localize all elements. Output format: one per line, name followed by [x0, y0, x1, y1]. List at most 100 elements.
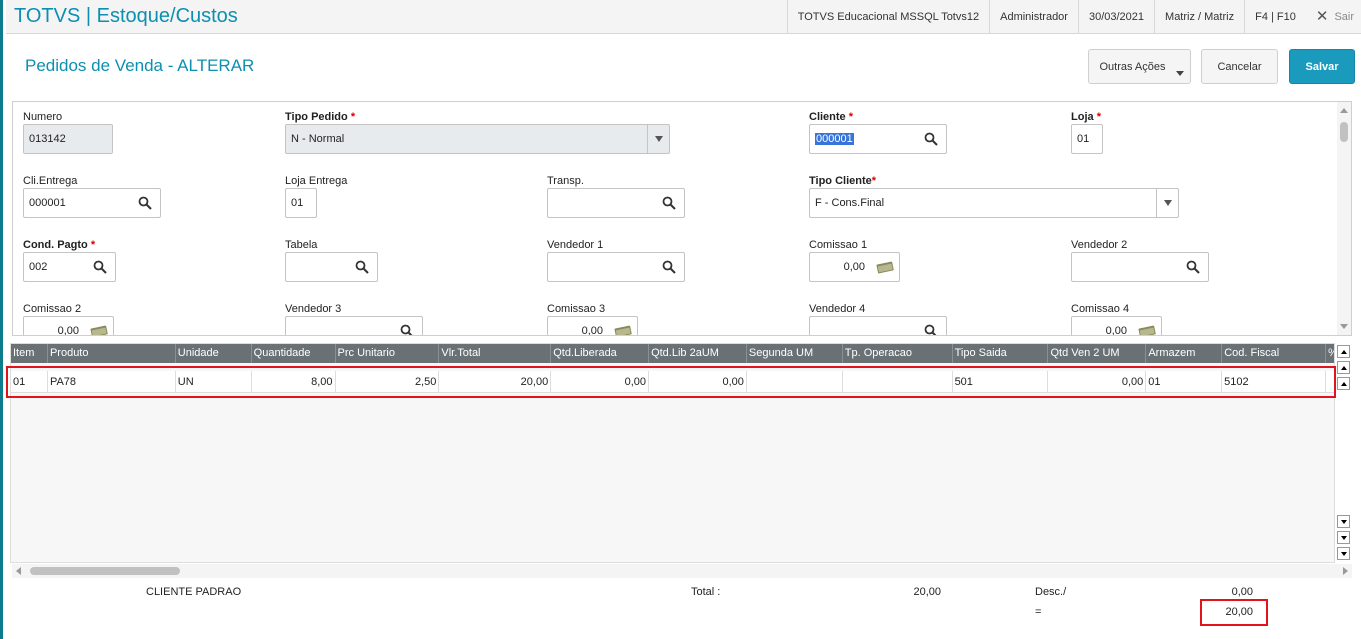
cell-qtd-liberada[interactable]: 0,00	[551, 371, 650, 393]
cell-segunda-um[interactable]	[747, 371, 843, 393]
scrollbar-thumb[interactable]	[30, 567, 180, 575]
tipo-cliente-value: F - Cons.Final	[815, 197, 885, 209]
tipo-pedido-select[interactable]: N - Normal	[285, 124, 670, 154]
chevron-down-icon[interactable]	[1156, 189, 1178, 217]
money-icon[interactable]	[875, 260, 895, 274]
user-label[interactable]: Administrador	[989, 0, 1078, 34]
cliente-label-text: Cliente	[809, 111, 846, 123]
required-mark: *	[848, 111, 854, 123]
row-up-button[interactable]	[1337, 377, 1350, 390]
cell-prc-unitario[interactable]: 2,50	[336, 371, 440, 393]
comissao1-label: Comissao 1	[809, 239, 868, 251]
arrow-up-icon	[1340, 381, 1347, 386]
cell-item[interactable]: 01	[11, 371, 48, 393]
column-header[interactable]: Qtd Ven 2 UM	[1048, 344, 1147, 363]
column-header[interactable]: Cod. Fiscal	[1222, 344, 1327, 363]
cell-tp-operacao[interactable]	[843, 371, 953, 393]
cell-tipo-saida[interactable]: 501	[953, 371, 1049, 393]
search-icon[interactable]	[662, 260, 676, 274]
other-actions-button[interactable]: Outras Ações	[1088, 49, 1191, 84]
column-header[interactable]: Qtd.Liberada	[551, 344, 650, 363]
shortcuts-label[interactable]: F4 | F10	[1244, 0, 1306, 34]
cell-produto[interactable]: PA78	[48, 371, 176, 393]
search-icon[interactable]	[924, 324, 938, 336]
column-header[interactable]: Item	[11, 344, 48, 363]
cell-qtd-ven-2um[interactable]: 0,00	[1048, 371, 1147, 393]
table-row[interactable]: 01 PA78 UN 8,00 2,50 20,00 0,00 0,00 501…	[11, 371, 1334, 393]
comissao1-field[interactable]: 0,00	[809, 252, 900, 282]
loja-field[interactable]: 01	[1071, 124, 1103, 154]
total-value: 20,00	[913, 586, 941, 598]
column-header[interactable]: Prc Unitario	[336, 344, 440, 363]
branch-label[interactable]: Matriz / Matriz	[1154, 0, 1244, 34]
exit-button[interactable]: ✕ Sair	[1306, 0, 1361, 34]
cliente-field[interactable]: 000001	[809, 124, 947, 154]
page-up-button[interactable]	[1337, 361, 1350, 374]
cli-entrega-field[interactable]: 000001	[23, 188, 161, 218]
scroll-right-icon[interactable]	[1343, 567, 1348, 575]
tipo-cliente-select[interactable]: F - Cons.Final	[809, 188, 1179, 218]
column-header[interactable]: %	[1326, 344, 1334, 363]
comissao2-field[interactable]: 0,00	[23, 316, 114, 336]
form-scrollbar[interactable]	[1337, 102, 1351, 335]
comissao2-label: Comissao 2	[23, 303, 82, 315]
column-header[interactable]: Vlr.Total	[439, 344, 552, 363]
scrollbar-thumb[interactable]	[1340, 122, 1348, 142]
scroll-up-icon[interactable]	[1340, 108, 1348, 113]
cond-pagto-label-text: Cond. Pagto	[23, 239, 88, 251]
column-header[interactable]: Unidade	[176, 344, 252, 363]
column-header[interactable]: Qtd.Lib 2aUM	[649, 344, 747, 363]
cell-armazem[interactable]: 01	[1146, 371, 1223, 393]
comissao3-field[interactable]: 0,00	[547, 316, 638, 336]
scroll-down-icon[interactable]	[1340, 324, 1348, 329]
comissao4-field[interactable]: 0,00	[1071, 316, 1162, 336]
comissao4-label: Comissao 4	[1071, 303, 1130, 315]
search-icon[interactable]	[138, 196, 152, 210]
search-icon[interactable]	[355, 260, 369, 274]
transp-field[interactable]	[547, 188, 685, 218]
vendedor2-field[interactable]	[1071, 252, 1209, 282]
required-mark: *	[350, 111, 356, 123]
cond-pagto-field[interactable]: 002	[23, 252, 116, 282]
cell-unidade[interactable]: UN	[176, 371, 252, 393]
money-icon[interactable]	[613, 324, 633, 336]
cancel-button[interactable]: Cancelar	[1201, 49, 1278, 84]
vendedor4-field[interactable]	[809, 316, 947, 336]
search-icon[interactable]	[1186, 260, 1200, 274]
search-icon[interactable]	[93, 260, 107, 274]
tabela-field[interactable]	[285, 252, 378, 282]
vendedor3-field[interactable]	[285, 316, 423, 336]
money-icon[interactable]	[1137, 324, 1157, 336]
cell-quantidade[interactable]: 8,00	[252, 371, 336, 393]
column-header[interactable]: Tp. Operacao	[843, 344, 953, 363]
cell-vlr-total[interactable]: 20,00	[439, 371, 552, 393]
column-header[interactable]: Quantidade	[252, 344, 336, 363]
scroll-left-icon[interactable]	[16, 567, 21, 575]
search-icon[interactable]	[662, 196, 676, 210]
search-icon[interactable]	[400, 324, 414, 336]
search-icon[interactable]	[924, 132, 938, 146]
comissao1-value: 0,00	[843, 261, 865, 273]
cell-percent[interactable]	[1326, 371, 1334, 393]
chevron-down-icon[interactable]	[647, 125, 669, 153]
page-title: Pedidos de Venda - ALTERAR	[25, 56, 255, 75]
other-actions-label: Outras Ações	[1099, 60, 1166, 73]
tipo-pedido-label-text: Tipo Pedido	[285, 111, 348, 123]
column-header[interactable]: Segunda UM	[747, 344, 843, 363]
column-header[interactable]: Armazem	[1146, 344, 1223, 363]
loja-entrega-value: 01	[291, 197, 304, 209]
grid-horizontal-scrollbar[interactable]	[12, 564, 1352, 578]
page-down-button[interactable]	[1337, 531, 1350, 544]
save-button[interactable]: Salvar	[1289, 49, 1355, 84]
money-icon[interactable]	[89, 324, 109, 336]
first-row-button[interactable]	[1337, 345, 1350, 358]
column-header[interactable]: Produto	[48, 344, 176, 363]
row-down-button[interactable]	[1337, 515, 1350, 528]
column-header[interactable]: Tipo Saida	[953, 344, 1049, 363]
last-row-button[interactable]	[1337, 547, 1350, 560]
cell-qtd-lib-2aum[interactable]: 0,00	[649, 371, 747, 393]
date-label[interactable]: 30/03/2021	[1077, 0, 1154, 34]
vendedor1-field[interactable]	[547, 252, 685, 282]
loja-entrega-field[interactable]: 01	[285, 188, 317, 218]
cell-cod-fiscal[interactable]: 5102	[1222, 371, 1326, 393]
